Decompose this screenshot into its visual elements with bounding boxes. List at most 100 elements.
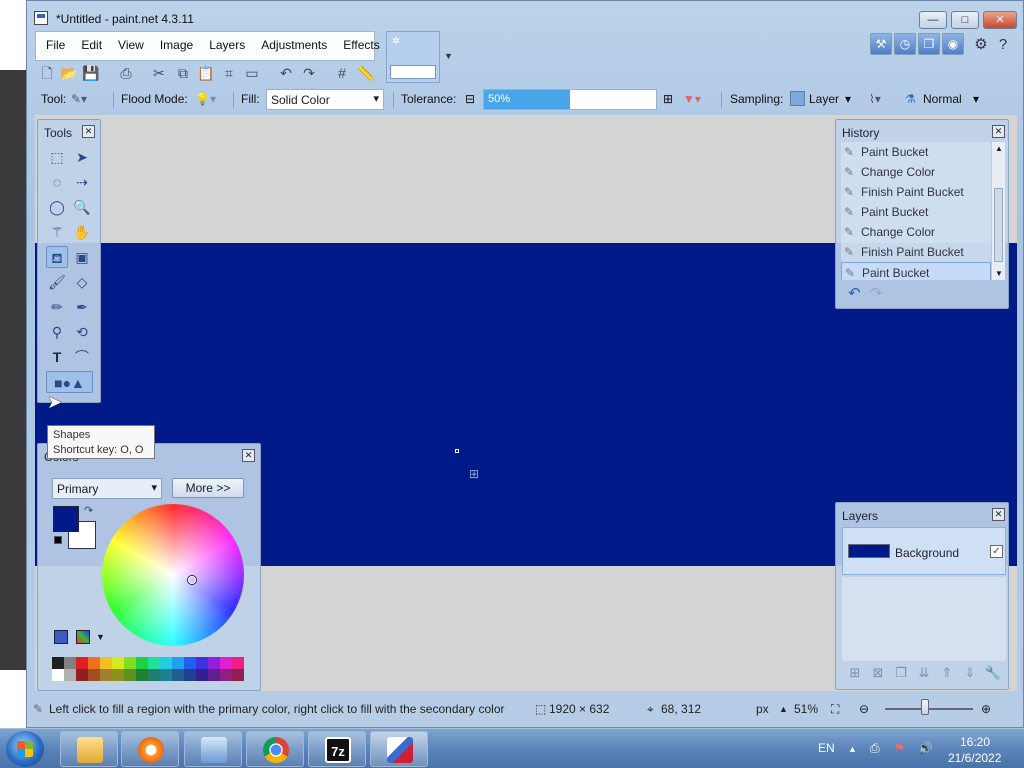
zoom-in-icon[interactable]: ⊕ xyxy=(981,702,991,716)
network-icon[interactable]: ⎙ xyxy=(870,741,880,756)
color-wheel-marker[interactable] xyxy=(188,576,196,584)
move-layer-up-icon[interactable]: ⇑ xyxy=(938,665,956,683)
history-item[interactable]: Paint Bucket xyxy=(841,202,991,222)
palette-swatch[interactable] xyxy=(136,657,148,669)
taskbar-7zip[interactable]: 7z xyxy=(308,731,366,767)
close-button[interactable]: ✕ xyxy=(983,11,1017,29)
deselect-icon[interactable]: ▭ xyxy=(242,63,262,83)
cut-icon[interactable]: ✂ xyxy=(149,63,169,83)
copy-icon[interactable]: ⧉ xyxy=(173,63,193,83)
tolerance-decrease-icon[interactable]: ⊟ xyxy=(465,92,475,106)
sampling-select[interactable]: Layer xyxy=(809,92,839,106)
layers-window-toggle-icon[interactable]: ❐ xyxy=(918,33,940,55)
colors-panel-close-icon[interactable]: ✕ xyxy=(242,449,255,462)
paintnet-app-icon[interactable] xyxy=(34,11,48,25)
ellipse-select-icon[interactable]: ◯ xyxy=(46,196,68,218)
merge-layer-icon[interactable]: ⇊ xyxy=(915,665,933,683)
zoom-slider-track[interactable] xyxy=(885,708,973,710)
palette-swatch[interactable] xyxy=(64,657,76,669)
palette-swatch[interactable] xyxy=(52,657,64,669)
history-window-toggle-icon[interactable]: ◷ xyxy=(894,33,916,55)
palette-swatch[interactable] xyxy=(196,669,208,681)
paint-bucket-icon[interactable]: ⛾ xyxy=(46,246,68,268)
move-handle-icon[interactable]: ⊞ xyxy=(469,467,479,481)
history-item[interactable]: Change Color xyxy=(841,222,991,242)
save-file-icon[interactable]: 💾 xyxy=(81,63,101,83)
menu-edit[interactable]: Edit xyxy=(73,38,110,52)
palette-swatch[interactable] xyxy=(208,657,220,669)
palette-swatch[interactable] xyxy=(172,669,184,681)
flood-mode-lightbulb-icon[interactable]: 💡▾ xyxy=(195,92,216,106)
palette-swatch[interactable] xyxy=(88,669,100,681)
zoom-out-icon[interactable]: ⊖ xyxy=(859,702,869,716)
menu-image[interactable]: Image xyxy=(152,38,201,52)
language-indicator[interactable]: EN xyxy=(818,741,835,755)
palette-swatch[interactable] xyxy=(160,657,172,669)
tolerance-increase-icon[interactable]: ⊞ xyxy=(663,92,673,106)
zoom-slider-thumb[interactable] xyxy=(921,699,929,715)
image-list-dropdown-icon[interactable]: ▼ xyxy=(444,51,453,61)
volume-icon[interactable]: 🔊 xyxy=(918,741,933,755)
pencil-icon[interactable]: ✏ xyxy=(46,296,68,318)
palette-swatch[interactable] xyxy=(232,669,244,681)
taskbar-media-player[interactable] xyxy=(121,731,179,767)
gradient-icon[interactable]: ▣ xyxy=(71,246,93,268)
palette-swatch[interactable] xyxy=(232,657,244,669)
tolerance-slider[interactable]: 50% xyxy=(483,89,657,110)
palette-swatch[interactable] xyxy=(124,669,136,681)
move-selected-icon[interactable]: ➤ xyxy=(71,146,93,168)
action-center-icon[interactable]: ⚑ xyxy=(894,741,905,755)
add-layer-icon[interactable]: ⊞ xyxy=(846,665,864,683)
primary-color-swatch[interactable] xyxy=(53,506,79,532)
palette-swatch[interactable] xyxy=(112,669,124,681)
palette-dropdown-icon[interactable]: ▼ xyxy=(96,632,105,642)
palette-swatch[interactable] xyxy=(76,657,88,669)
print-icon[interactable]: ⎙ xyxy=(116,63,136,83)
move-layer-down-icon[interactable]: ⇓ xyxy=(961,665,979,683)
menu-file[interactable]: File xyxy=(38,38,73,52)
shapes-tool-icon[interactable]: ■●▲ xyxy=(46,371,93,393)
delete-layer-icon[interactable]: ⊠ xyxy=(869,665,887,683)
palette-swatch[interactable] xyxy=(220,669,232,681)
ruler-icon[interactable]: 📏 xyxy=(356,63,376,83)
open-file-icon[interactable]: 📂 xyxy=(59,63,79,83)
palette-swatch[interactable] xyxy=(124,657,136,669)
history-item[interactable]: Finish Paint Bucket xyxy=(841,182,991,202)
scroll-down-icon[interactable]: ▼ xyxy=(995,269,1003,278)
history-panel-close-icon[interactable]: ✕ xyxy=(992,125,1005,138)
move-selection-icon[interactable]: ⇢ xyxy=(71,171,93,193)
more-colors-button[interactable]: More >> xyxy=(172,478,244,498)
palette-swatch[interactable] xyxy=(148,657,160,669)
clock-time[interactable]: 16:20 xyxy=(960,735,990,749)
new-file-icon[interactable]: 🗋 xyxy=(37,63,57,83)
menu-adjustments[interactable]: Adjustments xyxy=(253,38,335,52)
history-item[interactable]: Finish Paint Bucket xyxy=(841,242,991,262)
fill-mode-select[interactable]: Solid Color xyxy=(266,89,384,110)
paint-bucket-tool-icon[interactable]: ✎▾ xyxy=(71,92,87,106)
blend-curve-icon[interactable]: ⌇▾ xyxy=(869,92,881,106)
taskbar-paintnet[interactable] xyxy=(370,731,428,767)
palette-swatch[interactable] xyxy=(112,657,124,669)
palette-swatch[interactable] xyxy=(184,657,196,669)
color-picker-icon[interactable]: ✒ xyxy=(71,296,93,318)
scroll-up-icon[interactable]: ▲ xyxy=(995,144,1003,153)
palette-swatch[interactable] xyxy=(100,669,112,681)
text-tool-icon[interactable]: T xyxy=(46,346,68,368)
tools-window-toggle-icon[interactable]: ⚒ xyxy=(870,33,892,55)
history-redo-icon[interactable]: ↷ xyxy=(870,284,883,302)
reset-colors-icon[interactable] xyxy=(54,536,62,544)
start-button[interactable] xyxy=(6,731,44,767)
palette-swatch[interactable] xyxy=(100,657,112,669)
taskbar-chrome[interactable] xyxy=(246,731,304,767)
palette-menu-icon[interactable] xyxy=(76,630,90,644)
history-item[interactable]: Paint Bucket xyxy=(841,262,991,280)
lasso-select-icon[interactable]: ◌ xyxy=(46,171,68,193)
palette-swatch[interactable] xyxy=(136,669,148,681)
paste-icon[interactable]: 📋 xyxy=(196,63,216,83)
maximize-button[interactable]: □ xyxy=(951,11,979,29)
palette-swatch[interactable] xyxy=(184,669,196,681)
layer-visibility-checkbox[interactable]: ✓ xyxy=(990,545,1003,558)
redo-icon[interactable]: ↷ xyxy=(299,63,319,83)
sampling-dropdown-icon[interactable]: ▾ xyxy=(845,92,851,106)
paintbrush-icon[interactable]: 🖌 xyxy=(46,271,68,293)
